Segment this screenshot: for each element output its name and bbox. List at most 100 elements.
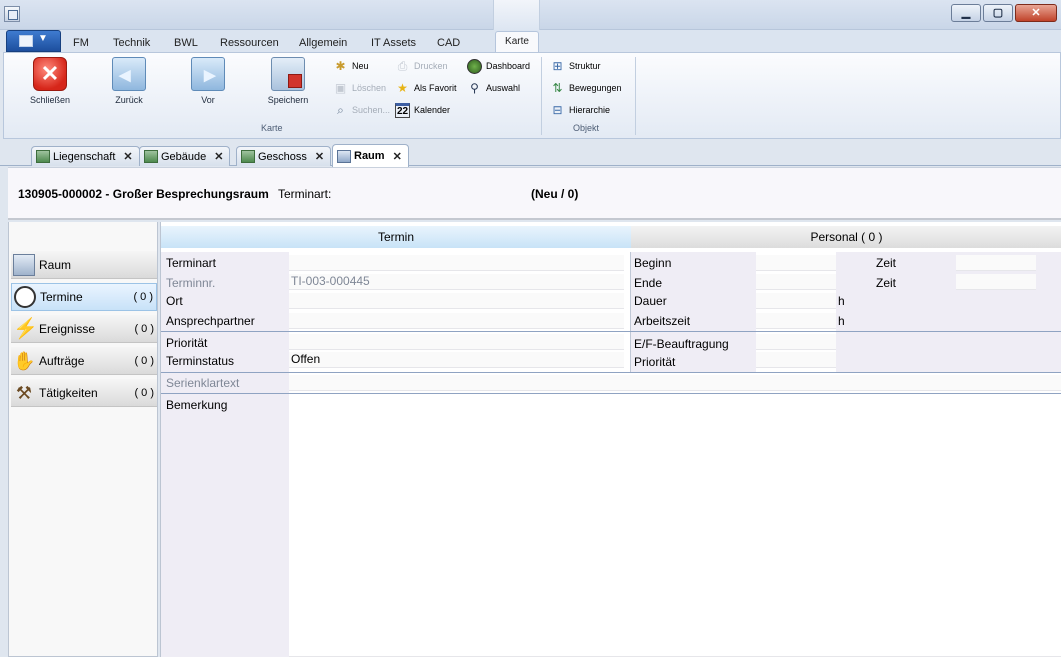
close-tab-icon[interactable]: ✕	[123, 150, 132, 163]
floor-icon	[241, 150, 255, 163]
section-divider	[161, 393, 1061, 394]
nav-item-taetigkeiten[interactable]: ⚒ Tätigkeiten ( 0 )	[11, 379, 157, 407]
close-tab-icon[interactable]: ✕	[214, 150, 223, 163]
nav-item-auftraege[interactable]: ✋ Aufträge ( 0 )	[11, 347, 157, 375]
label-column-bg	[161, 252, 289, 657]
ribbon-tab-it-assets[interactable]: IT Assets	[371, 37, 416, 49]
forward-label: Vor	[201, 95, 215, 105]
delete-button[interactable]: ▣ Löschen	[333, 79, 386, 97]
doc-tab-label: Geschoss	[258, 150, 307, 163]
print-button[interactable]: ⎙ Drucken	[395, 57, 448, 75]
doc-tab-raum[interactable]: Raum ✕	[332, 144, 409, 167]
back-button[interactable]: ◀ Zurück	[93, 57, 165, 113]
nav-item-raum[interactable]: Raum	[11, 251, 157, 279]
doc-tab-gebaeude[interactable]: Gebäude ✕	[139, 146, 231, 166]
nav-item-label: Aufträge	[39, 353, 85, 368]
minimize-button[interactable]: ▁	[951, 4, 981, 22]
bemerkung-field[interactable]	[289, 395, 1061, 657]
tab-termin[interactable]: Termin	[161, 226, 631, 248]
ansprechpartner-field[interactable]	[289, 313, 624, 329]
terminstatus-field[interactable]: Offen	[289, 352, 624, 368]
ef-beauftragung-field[interactable]	[756, 334, 836, 350]
application-menu-button[interactable]: ▼	[6, 30, 61, 52]
ende-field[interactable]	[756, 274, 836, 290]
ribbon-tab-technik[interactable]: Technik	[113, 37, 150, 49]
record-type-label: Terminart:	[278, 187, 332, 201]
save-icon	[271, 57, 305, 91]
nav-item-count: ( 0 )	[134, 322, 154, 335]
nav-item-termine[interactable]: Termine ( 0 )	[11, 283, 157, 311]
calendar-label: Kalender	[414, 105, 451, 115]
printer-icon: ⎙	[397, 58, 408, 73]
beginn-field[interactable]	[756, 255, 836, 271]
personal-prioritaet-field[interactable]	[756, 352, 836, 368]
ribbon-tab-bwl[interactable]: BWL	[174, 37, 198, 49]
doc-tab-geschoss[interactable]: Geschoss ✕	[236, 146, 332, 166]
document-icon	[19, 35, 33, 47]
nav-item-label: Termine	[40, 290, 83, 304]
doc-tab-label: Raum	[354, 150, 385, 162]
prioritaet-field[interactable]	[289, 334, 624, 350]
ribbon-tab-fm[interactable]: FM	[73, 37, 89, 49]
delete-label: Löschen	[352, 83, 387, 93]
ende-zeit-field[interactable]	[956, 274, 1036, 290]
selection-button[interactable]: ⚲ Auswahl	[467, 79, 520, 97]
calendar-icon: 22	[395, 102, 410, 118]
building-icon	[144, 150, 158, 163]
movements-button[interactable]: ⇅ Bewegungen	[550, 79, 621, 97]
hammer-icon: ⚒	[15, 382, 33, 403]
nav-item-count: ( 0 )	[134, 386, 154, 399]
clock-icon	[14, 286, 36, 308]
doc-tab-label: Liegenschaft	[53, 150, 116, 163]
search-button[interactable]: ⌕ Suchen...	[333, 101, 390, 119]
new-label: Neu	[352, 61, 369, 71]
back-label: Zurück	[115, 95, 143, 105]
binoculars-icon: ⚲	[470, 80, 479, 95]
group-label-karte: Karte	[261, 123, 283, 133]
ort-field[interactable]	[289, 293, 624, 309]
dashboard-button[interactable]: Dashboard	[467, 57, 530, 75]
app-icon[interactable]	[4, 6, 20, 22]
dauer-field[interactable]	[756, 293, 836, 309]
delete-icon: ▣	[334, 80, 347, 95]
selection-label: Auswahl	[486, 83, 521, 93]
structure-button[interactable]: ⊞ Struktur	[550, 57, 601, 75]
structure-label: Struktur	[569, 61, 601, 71]
ribbon-tab-allgemein[interactable]: Allgemein	[299, 37, 347, 49]
maximize-button[interactable]: ▢	[983, 4, 1013, 22]
minimize-icon: ▁	[961, 7, 971, 19]
tab-personal[interactable]: Personal ( 0 )	[631, 226, 1061, 248]
doc-tab-liegenschaft[interactable]: Liegenschaft ✕	[31, 146, 140, 166]
title-bar: ▁ ▢ ✕	[0, 0, 1061, 30]
handshake-icon: ✋	[13, 350, 36, 371]
nav-item-ereignisse[interactable]: ⚡ Ereignisse ( 0 )	[11, 315, 157, 343]
forward-button[interactable]: ▶ Vor	[172, 57, 244, 113]
ribbon-tab-karte[interactable]: Karte	[495, 31, 539, 53]
calendar-button[interactable]: 22 Kalender	[395, 101, 450, 119]
arbeitszeit-field[interactable]	[756, 313, 836, 329]
terminart-field[interactable]	[289, 255, 624, 271]
beginn-label: Beginn	[634, 256, 672, 270]
hierarchy-button[interactable]: ⊟ Hierarchie	[550, 101, 610, 119]
structure-icon: ⊞	[552, 58, 563, 73]
record-title: 130905-000002 - Großer Besprechungsraum	[18, 187, 269, 201]
close-tab-icon[interactable]: ✕	[393, 150, 402, 163]
context-tab-header	[493, 0, 540, 30]
terminnr-field: TI-003-000445	[289, 274, 624, 290]
close-window-button[interactable]: ✕	[1015, 4, 1057, 22]
group-separator	[635, 57, 636, 135]
ansprechpartner-label: Ansprechpartner	[166, 314, 255, 328]
save-button[interactable]: Speichern	[252, 57, 324, 113]
new-button[interactable]: ✱ Neu	[333, 57, 369, 75]
ribbon-tab-cad[interactable]: CAD	[437, 37, 460, 49]
building-icon	[36, 150, 50, 163]
close-tab-icon[interactable]: ✕	[315, 150, 324, 163]
record-header: 130905-000002 - Großer Besprechungsraum …	[8, 167, 1061, 220]
doc-tab-label: Gebäude	[161, 150, 207, 163]
close-card-label: Schließen	[29, 95, 71, 105]
close-card-button[interactable]: Schließen	[14, 57, 86, 113]
ribbon-tab-ressourcen[interactable]: Ressourcen	[220, 37, 279, 49]
nav-item-count: ( 0 )	[134, 354, 154, 367]
favorite-button[interactable]: ★ Als Favorit	[395, 79, 456, 97]
beginn-zeit-field[interactable]	[956, 255, 1036, 271]
